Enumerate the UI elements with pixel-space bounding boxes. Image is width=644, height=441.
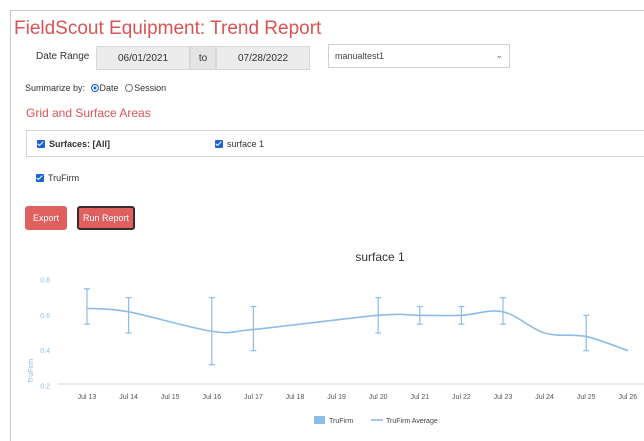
x-tick-label: Jul 25: [577, 394, 596, 401]
checkbox-checked-icon: [36, 174, 44, 182]
checkbox-checked-icon: [37, 140, 45, 148]
radio-session[interactable]: [125, 84, 134, 92]
summarize-row: Summarize by: Date Session: [25, 83, 166, 93]
checkbox-surface-1[interactable]: surface 1: [215, 139, 264, 149]
test-select-value: manualtest1: [335, 51, 385, 61]
error-bar: [84, 288, 90, 325]
checkbox-trufirm[interactable]: TruFirm: [36, 173, 79, 183]
x-tick-label: Jul 19: [327, 394, 346, 401]
y-tick-label: 0.2: [40, 384, 50, 391]
date-range-label: Date Range: [36, 51, 90, 62]
end-date-input[interactable]: 07/28/2022: [216, 46, 310, 70]
y-tick-label: 0.8: [40, 278, 50, 285]
x-tick-label: Jul 21: [410, 394, 429, 401]
checkbox-checked-icon: [215, 140, 223, 148]
x-tick-label: Jul 16: [202, 394, 221, 401]
legend: TruFirm TruFirm Average: [314, 416, 438, 425]
chevron-down-icon: ⌄: [495, 50, 503, 60]
run-report-button[interactable]: Run Report: [77, 206, 135, 230]
x-tick-label: Jul 14: [119, 394, 138, 401]
date-range-separator: to: [190, 46, 216, 70]
x-tick-label: Jul 17: [244, 394, 263, 401]
surfaces-all-label: Surfaces: [All]: [49, 139, 111, 149]
surfaces-panel: Surfaces: [All] surface 1: [26, 130, 644, 157]
radio-date-label: Date: [99, 83, 119, 93]
trufirm-label: TruFirm: [48, 173, 80, 183]
x-tick-label: Jul 22: [452, 394, 471, 401]
radio-date[interactable]: [90, 84, 99, 92]
start-date-input[interactable]: 06/01/2021: [96, 46, 190, 70]
x-tick-label: Jul 23: [494, 394, 513, 401]
checkbox-surfaces-all[interactable]: Surfaces: [All]: [37, 139, 110, 149]
series-line-trufirm-average: [86, 307, 629, 352]
export-button[interactable]: Export: [25, 206, 67, 230]
y-tick-label: 0.4: [40, 348, 50, 355]
error-bar: [583, 314, 590, 352]
grid-surface-heading: Grid and Surface Areas: [26, 106, 151, 120]
legend-swatch-trufirm: [314, 416, 325, 424]
x-tick-label: Jul 26: [618, 394, 637, 401]
surface-1-label: surface 1: [227, 139, 265, 149]
y-tick-label: 0.6: [40, 313, 50, 320]
legend-label-trufirm: TruFirm: [329, 418, 353, 425]
x-tick-label: Jul 13: [78, 394, 97, 401]
chart-title: surface 1: [355, 250, 405, 264]
error-bar: [125, 297, 132, 334]
x-tick-label: Jul 15: [161, 394, 180, 401]
trend-chart: surface 1 TruFirm 0.8 0.6 0.4 0.2 Jul 13 Jul…: [28, 250, 644, 425]
test-select[interactable]: manualtest1 ⌄: [328, 44, 510, 68]
summarize-label: Summarize by:: [25, 83, 86, 93]
x-tick-label: Jul 24: [535, 394, 554, 401]
x-tick-label: Jul 20: [369, 394, 388, 401]
x-tick-label: Jul 18: [286, 394, 305, 401]
legend-label-trufirm-average: TruFirm Average: [386, 418, 438, 425]
radio-session-label: Session: [134, 83, 167, 93]
y-axis-label: TruFirm: [28, 359, 35, 383]
page-title: FieldScout Equipment: Trend Report: [14, 18, 322, 39]
